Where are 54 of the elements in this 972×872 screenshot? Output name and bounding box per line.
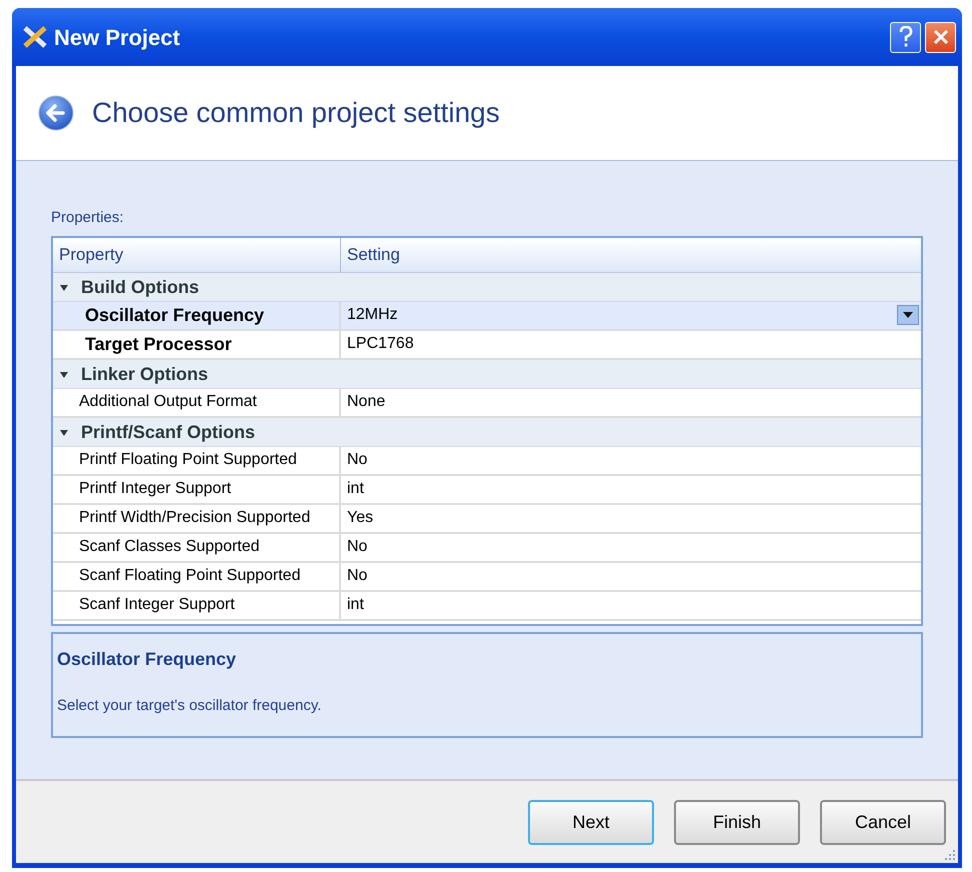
property-name: Printf Width/Precision Supported (78, 508, 310, 528)
resize-grip-icon[interactable] (944, 849, 956, 861)
property-name: Additional Output Format (78, 392, 257, 412)
property-name: Printf Floating Point Supported (78, 450, 297, 470)
property-row[interactable]: Additional Output Format None (53, 388, 921, 418)
property-value: No (347, 566, 368, 586)
property-value: No (347, 450, 368, 470)
property-row[interactable]: Scanf Classes Supported No (53, 534, 921, 562)
property-name: Scanf Classes Supported (78, 537, 260, 557)
category-row[interactable]: Linker Options (53, 360, 921, 388)
app-logo-icon (22, 25, 48, 49)
dialog-button[interactable]: Cancel (820, 800, 946, 844)
close-icon (932, 28, 950, 46)
property-name: Oscillator Frequency (84, 304, 264, 327)
category-row[interactable]: Printf/Scanf Options (53, 418, 921, 446)
property-name: Scanf Integer Support (78, 595, 235, 615)
description-text: Select your target's oscillator frequency. (57, 696, 322, 716)
description-title: Oscillator Frequency (57, 648, 238, 671)
property-value: None (347, 392, 386, 412)
category-row[interactable]: Build Options (53, 272, 921, 302)
expander-icon[interactable] (59, 282, 69, 292)
property-name: Scanf Floating Point Supported (78, 566, 300, 586)
property-row[interactable]: Printf Width/Precision Supported Yes (53, 504, 921, 534)
column-header[interactable]: Setting (341, 238, 921, 272)
property-value: 12MHz (347, 305, 399, 325)
property-row[interactable]: Scanf Floating Point Supported No (53, 562, 921, 592)
expander-icon[interactable] (59, 370, 69, 380)
category-title: Printf/Scanf Options (81, 421, 256, 444)
property-value: LPC1768 (347, 334, 415, 354)
dialog-button[interactable]: Finish (674, 800, 800, 844)
property-name: Printf Integer Support (78, 479, 232, 499)
property-row[interactable]: Oscillator Frequency 12MHz (53, 302, 921, 330)
property-row[interactable]: Scanf Integer Support int (53, 592, 921, 620)
help-button[interactable] (890, 22, 921, 52)
property-value: int (347, 479, 365, 499)
property-value: No (347, 537, 368, 557)
window-title: New Project (54, 24, 180, 52)
close-button[interactable] (925, 22, 956, 52)
property-row[interactable]: Target Processor LPC1768 (53, 330, 921, 360)
property-row[interactable]: Printf Floating Point Supported No (53, 446, 921, 476)
property-value: int (347, 595, 365, 615)
category-title: Build Options (81, 276, 199, 299)
dropdown-button[interactable] (897, 305, 919, 325)
help-icon (898, 26, 912, 48)
column-header[interactable]: Property (53, 238, 341, 272)
expander-icon[interactable] (59, 428, 69, 438)
property-value: Yes (347, 508, 374, 528)
caret-icon (903, 312, 913, 318)
property-row[interactable]: Printf Integer Support int (53, 476, 921, 504)
page-heading: Choose common project settings (92, 96, 500, 130)
dialog-button[interactable]: Next (528, 800, 654, 844)
property-name: Target Processor (84, 332, 232, 356)
properties-label: Properties: (51, 208, 125, 228)
category-title: Linker Options (81, 363, 208, 386)
